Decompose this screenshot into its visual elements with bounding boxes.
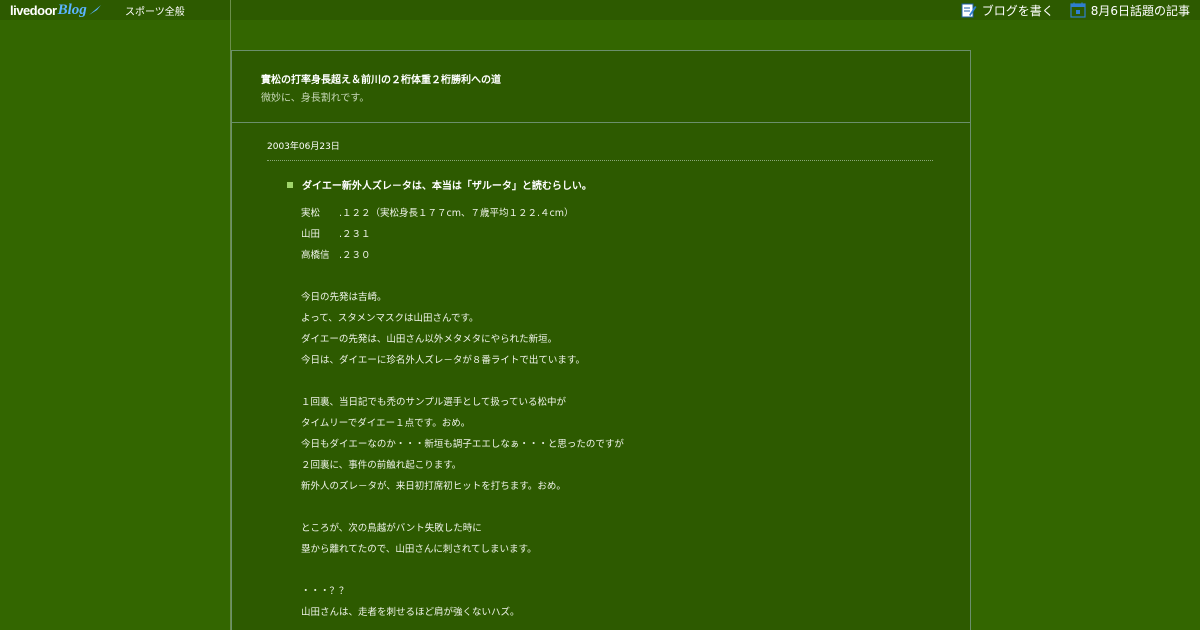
top-bar: livedoor Blog スポーツ全般 ブログを書く 8月6日話題の記事	[0, 0, 1200, 20]
entry-line	[301, 371, 921, 392]
logo-livedoor-text: livedoor	[10, 2, 57, 18]
category-link[interactable]: スポーツ全般	[125, 3, 185, 18]
entry-line: ダイエーの先発は、山田さん以外メタメタにやられた新垣。	[301, 334, 558, 345]
write-blog-icon	[961, 3, 977, 18]
entry-line: よって、スタメンマスクは山田さんです。	[301, 313, 479, 324]
entry-line: １回裏、当日記でも禿のサンプル選手として扱っている松中が	[301, 397, 566, 408]
write-blog-label: ブログを書く	[981, 3, 1054, 18]
entry-date: 2003年06月23日	[267, 142, 340, 152]
logo-swoosh-icon	[88, 5, 101, 15]
trending-articles-label: 8月6日話題の記事	[1090, 3, 1190, 18]
entry-line: 今日もダイエーなのか・・・新垣も調子エエしなぁ・・・と思ったのですが	[301, 439, 624, 450]
entry-line: ２回裏に、事件の前触れ起こります。	[301, 460, 462, 471]
entry-line: ・・・？？	[301, 586, 349, 597]
entry-line: 高橋信 .２３０	[301, 250, 371, 261]
blog-title[interactable]: 實松の打率身長超え＆前川の２桁体重２桁勝利への道	[261, 71, 501, 86]
entry-line	[301, 266, 921, 287]
entry-title[interactable]: ダイエー新外人ズレ－タは、本当は「ザルータ」と読むらしい。	[302, 177, 592, 192]
entry-line: 今日は、ダイエーに珍名外人ズレ－タが８番ライトで出ています。	[301, 355, 585, 366]
entry-header: ダイエー新外人ズレ－タは、本当は「ザルータ」と読むらしい。	[287, 177, 592, 192]
entry-bullet-icon	[287, 181, 293, 188]
entry-body: 実松 .１２２（実松身長１７７cm、７歳平均１２２.４cm） 山田 .２３１ 高…	[301, 203, 921, 623]
logo-blog-text: Blog	[57, 1, 87, 18]
entry-line: 山田 .２３１	[301, 229, 371, 240]
entry-line	[301, 560, 921, 581]
calendar-icon	[1070, 2, 1086, 18]
livedoor-blog-logo[interactable]: livedoor Blog	[10, 1, 102, 19]
trending-articles-link[interactable]: 8月6日話題の記事	[1070, 2, 1190, 19]
entry-line: 実松 .１２２（実松身長１７７cm、７歳平均１２２.４cm）	[301, 208, 574, 219]
blog-header: 實松の打率身長超え＆前川の２桁体重２桁勝利への道 微妙に、身長割れです。	[231, 50, 971, 123]
entry-line: 山田さんは、走者を刺せるほど肩が強くないハズ。	[301, 607, 520, 618]
entry-line: 塁から離れてたので、山田さんに刺されてしまいます。	[301, 544, 537, 555]
write-blog-link[interactable]: ブログを書く	[961, 2, 1054, 19]
blog-description: 微妙に、身長割れです。	[261, 93, 370, 104]
date-divider	[267, 160, 933, 161]
entry-line: ところが、次の鳥越がバント失敗した時に	[301, 523, 482, 534]
entry-line	[301, 497, 921, 518]
entry-line: 新外人のズレ－タが、来日初打席初ヒットを打ちます。おめ。	[301, 481, 566, 492]
entry-line: 今日の先発は吉崎。	[301, 292, 387, 303]
content-area: 2003年06月23日 ダイエー新外人ズレ－タは、本当は「ザルータ」と読むらしい…	[231, 123, 971, 630]
top-right-menu: ブログを書く 8月6日話題の記事	[961, 0, 1190, 20]
entry-line: タイムリーでダイエー１点です。おめ。	[301, 418, 471, 429]
